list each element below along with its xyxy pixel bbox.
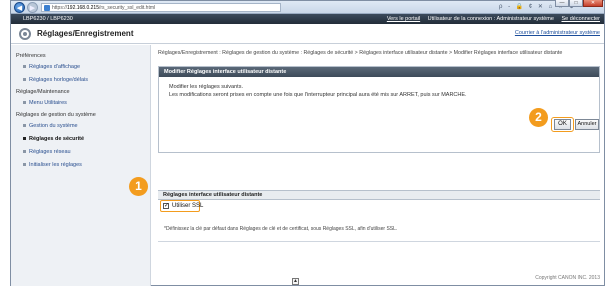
sidebar-item-label: Réglages d'affichage: [29, 64, 81, 70]
divider: [158, 241, 600, 242]
address-bar: ◀ ▶ https://192.168.0.215/rs_security_ss…: [11, 0, 604, 14]
ok-button[interactable]: OK: [554, 119, 571, 130]
mail-admin-link[interactable]: Courrier à l'administrateur système: [515, 30, 600, 36]
copyright: Copyright CANON INC. 2013: [535, 275, 600, 281]
instruction-text: Modifier les réglages suivants.: [169, 84, 243, 90]
use-ssl-label[interactable]: Utiliser SSL: [172, 203, 203, 209]
portal-link[interactable]: Vers le portail: [387, 16, 420, 22]
section-title: Réglages interface utilisateur distante: [158, 190, 600, 200]
breadcrumb: Réglages/Enregistrement : Réglages de ge…: [158, 50, 563, 56]
sidebar-item-display-settings[interactable]: Réglages d'affichage: [11, 61, 150, 74]
browser-window: ◀ ▶ https://192.168.0.215/rs_security_ss…: [10, 0, 605, 286]
remote-ui-settings-section: Réglages interface utilisateur distante …: [158, 190, 600, 248]
sidebar-item-network-settings[interactable]: Réglages réseau: [11, 146, 150, 159]
minimize-button[interactable]: —: [555, 0, 569, 7]
sidebar-section-maintenance: Réglage/Maintenance: [16, 89, 70, 95]
sidebar: Préférences Réglages d'affichage Réglage…: [11, 45, 151, 286]
url-field[interactable]: https://192.168.0.215/rs_security_ssl_ed…: [41, 3, 281, 12]
sidebar-item-label: Menu Utilitaires: [29, 100, 67, 106]
sidebar-item-label: Initialiser les réglages: [29, 162, 82, 168]
page-title: Réglages/Enregistrement: [37, 29, 134, 38]
bullet-icon: [23, 124, 26, 128]
maximize-button[interactable]: □: [569, 0, 583, 7]
restart-note-text: Les modifications seront prises en compt…: [169, 92, 467, 98]
model-name: LBP6230 / LBP6230: [23, 16, 73, 22]
url-prefix: https://: [52, 5, 68, 11]
step-badge-1: 1: [129, 177, 148, 196]
sidebar-section-preferences: Préférences: [16, 53, 46, 59]
ssl-note: *Définissez la clé par défaut dans Régla…: [164, 226, 398, 232]
sidebar-section-system-management: Réglages de gestion du système: [16, 112, 96, 118]
bullet-icon: [23, 163, 26, 167]
sidebar-item-utilities-menu[interactable]: Menu Utilitaires: [11, 97, 150, 110]
bullet-icon: [23, 101, 26, 105]
bullet-icon: [23, 78, 26, 82]
edit-panel-body: Modifier les réglages suivants. Les modi…: [159, 77, 599, 99]
use-ssl-checkbox[interactable]: ✓: [163, 203, 169, 209]
sidebar-item-label: Réglages horloge/délais: [29, 77, 89, 83]
sidebar-item-security-settings[interactable]: Réglages de sécurité: [11, 133, 150, 146]
page-header: Réglages/Enregistrement Courrier à l'adm…: [11, 24, 604, 44]
bullet-icon: [23, 65, 26, 69]
site-icon: [44, 5, 50, 11]
url-host: 192.168.0.215: [67, 5, 99, 11]
page-top-icon[interactable]: ▲: [292, 278, 299, 285]
logout-link[interactable]: Se déconnecter: [561, 16, 600, 22]
sidebar-item-label: Réglages de sécurité: [29, 136, 85, 142]
forward-button[interactable]: ▶: [27, 2, 38, 13]
sidebar-item-clock-settings[interactable]: Réglages horloge/délais: [11, 74, 150, 87]
close-window-button[interactable]: ✕: [583, 0, 603, 7]
url-path: /rs_security_ssl_edit.html: [99, 5, 156, 11]
cancel-button[interactable]: Annuler: [575, 119, 599, 130]
user-label: Utilisateur de la connexion : Administra…: [427, 16, 554, 22]
sidebar-item-system-management[interactable]: Gestion du système: [11, 120, 150, 133]
gear-icon: [19, 28, 31, 40]
bullet-icon: [23, 137, 26, 141]
sidebar-item-label: Réglages réseau: [29, 149, 71, 155]
sidebar-item-label: Gestion du système: [29, 123, 78, 129]
bullet-icon: [23, 150, 26, 154]
back-button[interactable]: ◀: [14, 2, 25, 13]
edit-panel-title: Modifier Réglages interface utilisateur …: [159, 67, 599, 77]
step-badge-2: 2: [529, 108, 548, 127]
sidebar-item-initialize-settings[interactable]: Initialiser les réglages: [11, 159, 150, 172]
main-content: Réglages/Enregistrement : Réglages de ge…: [152, 45, 604, 286]
top-bar: LBP6230 / LBP6230 Vers le portail Utilis…: [11, 14, 604, 24]
